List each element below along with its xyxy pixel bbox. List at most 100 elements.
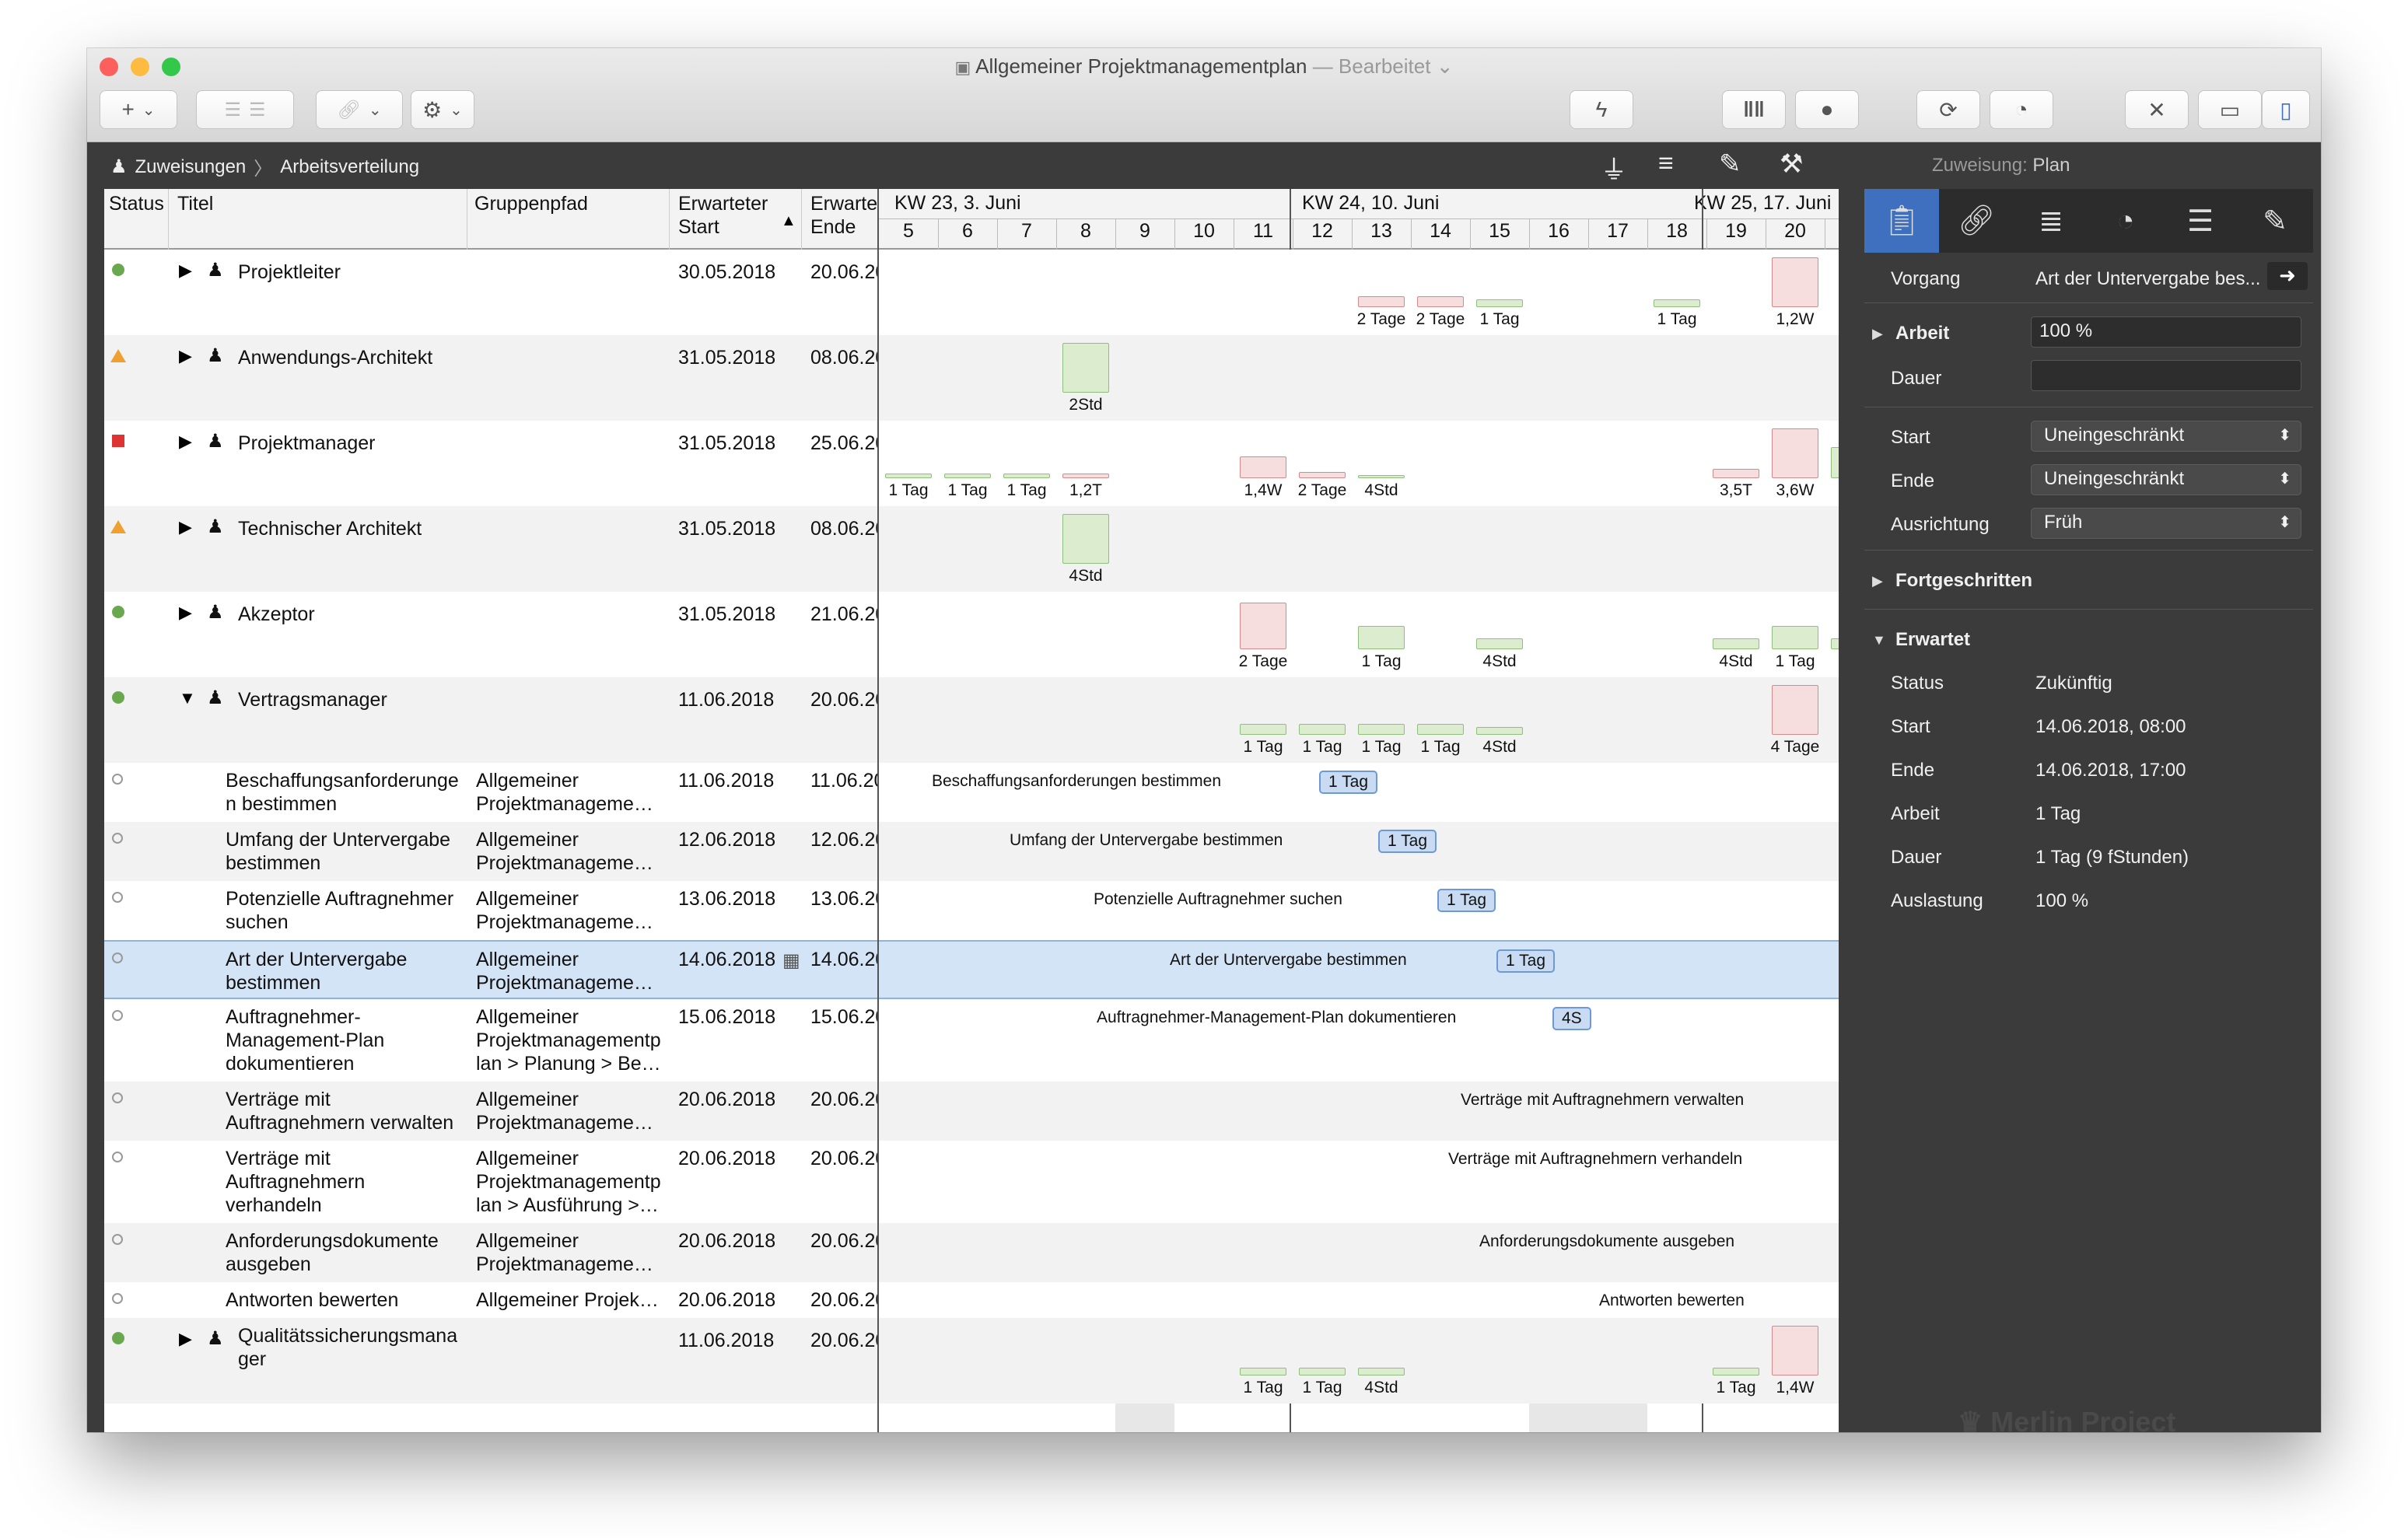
column-start[interactable]: Erwarteter Start	[678, 192, 768, 246]
task-row[interactable]: Verträge mit Auftragnehmern verhandeln Allg…	[104, 1141, 1839, 1223]
settings-button[interactable]: ⚙ ⌄	[411, 90, 474, 129]
workload-bar[interactable]	[1417, 296, 1464, 307]
workload-bar[interactable]	[1358, 296, 1405, 307]
tab-general[interactable]: 📋︎	[1864, 189, 1939, 253]
sort-ascending-icon[interactable]: ▲	[781, 212, 796, 230]
disclosure-right-icon[interactable]: ▶	[1872, 326, 1883, 342]
gantt-bar[interactable]: 4S	[1552, 1007, 1591, 1030]
gantt-options-icon[interactable]: ≡	[1658, 149, 1674, 179]
tab-notes[interactable]: ✎	[2238, 189, 2312, 253]
collapsed-arrow-icon[interactable]: ▶	[179, 603, 192, 623]
workload-bar[interactable]	[1299, 1368, 1346, 1375]
resource-row[interactable]: ▶ ♟ Anwendungs-Architekt 31.05.2018 08.06.20…	[104, 335, 1839, 421]
gantt-bar[interactable]: 1 Tag	[1319, 771, 1377, 794]
workload-bar[interactable]	[1772, 428, 1818, 478]
workload-bar[interactable]	[1299, 472, 1346, 478]
resource-row[interactable]: ▶ ♟ Technischer Architekt 31.05.2018 08.06.2…	[104, 506, 1839, 592]
fortgeschritten-section[interactable]: Fortgeschritten	[1895, 570, 2032, 592]
title-chevron-icon[interactable]: ⌄	[1437, 54, 1454, 78]
erwartet-section[interactable]: Erwartet	[1895, 629, 1970, 651]
indent-outdent-button[interactable]: ☰ ☰	[196, 90, 294, 129]
calendar-icon[interactable]: ▦	[782, 949, 800, 972]
side-panel-button[interactable]: ▯	[2262, 90, 2310, 129]
task-row[interactable]: Umfang der Untervergabe bestimmen Allgemei…	[104, 822, 1839, 881]
workload-bar[interactable]	[1772, 1326, 1818, 1375]
library-button[interactable]: ‖‖	[1722, 90, 1786, 129]
collapsed-arrow-icon[interactable]: ▶	[179, 346, 192, 366]
collapsed-arrow-icon[interactable]: ▶	[179, 517, 192, 537]
disclosure-right-icon[interactable]: ▶	[1872, 573, 1883, 589]
breadcrumb-current[interactable]: Arbeitsverteilung	[280, 156, 419, 178]
gantt-bar[interactable]: 1 Tag	[1378, 830, 1437, 853]
add-button[interactable]: + ⌄	[100, 90, 177, 129]
workload-bar[interactable]	[1417, 724, 1464, 735]
task-row[interactable]: Antworten bewerten Allgemeiner Projek… 20.…	[104, 1282, 1839, 1318]
collapsed-arrow-icon[interactable]: ▶	[179, 260, 192, 281]
workload-bar[interactable]	[1713, 1368, 1759, 1375]
resource-row[interactable]: ▶ ♟ Qualitätssicherungsmana ger 11.06.2018 20…	[104, 1318, 1839, 1403]
workload-bar[interactable]	[1358, 1368, 1405, 1375]
resource-row[interactable]: ▶♟Projektleiter30.05.201820.06.202 Tage2…	[104, 250, 1839, 335]
column-title[interactable]: Titel	[177, 192, 213, 246]
workload-bar[interactable]	[1358, 626, 1405, 649]
dashboard-button[interactable]: ◔	[1990, 90, 2053, 129]
link-button[interactable]: 🔗︎ ⌄	[316, 90, 403, 129]
workload-bar[interactable]	[1240, 724, 1286, 735]
ausrichtung-select[interactable]: Früh ⬍	[2031, 508, 2301, 539]
ende-select[interactable]: Uneingeschränkt ⬍	[2031, 464, 2301, 495]
task-row[interactable]: Art der Untervergabe bestimmen Allgemeiner…	[104, 940, 1839, 999]
disclosure-down-icon[interactable]: ▼	[1872, 632, 1886, 648]
wrench-icon[interactable]: ⚒	[1780, 149, 1803, 180]
workload-bar[interactable]	[944, 474, 991, 478]
workload-bar[interactable]	[1358, 475, 1405, 478]
tab-list[interactable]: ☰	[2163, 189, 2238, 253]
workload-bar[interactable]	[1831, 638, 1839, 649]
dauer-field[interactable]	[2031, 360, 2301, 391]
workload-bar[interactable]	[1299, 724, 1346, 735]
column-status[interactable]: Status	[109, 192, 164, 246]
start-select[interactable]: Uneingeschränkt ⬍	[2031, 421, 2301, 452]
workload-bar[interactable]	[1240, 603, 1286, 649]
workload-bar[interactable]	[1062, 343, 1109, 393]
workload-bar[interactable]	[1476, 638, 1523, 649]
task-row[interactable]: Potenzielle Auftragnehmer suchen Allgemein…	[104, 881, 1839, 940]
bottom-panel-button[interactable]: ▭	[2198, 90, 2262, 129]
workload-bar[interactable]	[1831, 447, 1839, 478]
tab-costs[interactable]: ≣	[2014, 189, 2088, 253]
workload-bar[interactable]	[1772, 626, 1818, 649]
workload-bar[interactable]	[1713, 638, 1759, 649]
resources-button[interactable]: ●	[1795, 90, 1859, 129]
workload-bar[interactable]	[1062, 514, 1109, 564]
workload-bar[interactable]	[1062, 474, 1109, 478]
tab-progress[interactable]: ◔	[2088, 189, 2163, 253]
tools-button[interactable]: ✕	[2125, 90, 2189, 129]
workload-bar[interactable]	[1476, 727, 1523, 735]
task-row[interactable]: Verträge mit Auftragnehmern verwalten Allg…	[104, 1082, 1839, 1141]
task-row[interactable]: Auftragnehmer- Management-Plan dokumentier…	[104, 999, 1839, 1082]
gantt-bar[interactable]: 1 Tag	[1437, 889, 1496, 912]
workload-bar[interactable]	[1358, 724, 1405, 735]
collapsed-arrow-icon[interactable]: ▶	[179, 1329, 192, 1349]
task-row[interactable]: Beschaffungsanforderunge n bestimmen Allge…	[104, 763, 1839, 822]
quick-action-button[interactable]: ϟ	[1570, 90, 1633, 129]
workload-bar[interactable]	[885, 474, 932, 478]
workload-bar[interactable]	[1240, 1368, 1286, 1375]
workload-bar[interactable]	[1772, 257, 1818, 307]
go-to-task-button[interactable]: ➜	[2267, 262, 2308, 290]
brush-icon[interactable]: ✎	[1719, 149, 1741, 180]
column-group[interactable]: Gruppenpfad	[474, 192, 588, 246]
workload-bar[interactable]	[1003, 474, 1050, 478]
workload-bar[interactable]	[1713, 469, 1759, 478]
gantt-bar[interactable]: 1 Tag	[1496, 949, 1555, 973]
workload-bar[interactable]	[1654, 299, 1700, 307]
task-row[interactable]: Anforderungsdokumente ausgeben Allgemeiner…	[104, 1223, 1839, 1282]
workload-bar[interactable]	[1476, 299, 1523, 307]
column-end[interactable]: Erwartet Ende	[810, 192, 877, 246]
workload-bar[interactable]	[1240, 456, 1286, 478]
resource-row[interactable]: ▶ ♟ Akzeptor 31.05.2018 21.06.20 2 Tage 1 Tag 4…	[104, 592, 1839, 677]
breadcrumb-root[interactable]: Zuweisungen	[135, 156, 247, 178]
tab-links[interactable]: 🔗︎	[1939, 189, 2014, 253]
expanded-arrow-icon[interactable]: ▼	[179, 688, 196, 708]
sync-button[interactable]: ⟳	[1916, 90, 1980, 129]
arbeit-field[interactable]: 100 %	[2031, 316, 2301, 348]
